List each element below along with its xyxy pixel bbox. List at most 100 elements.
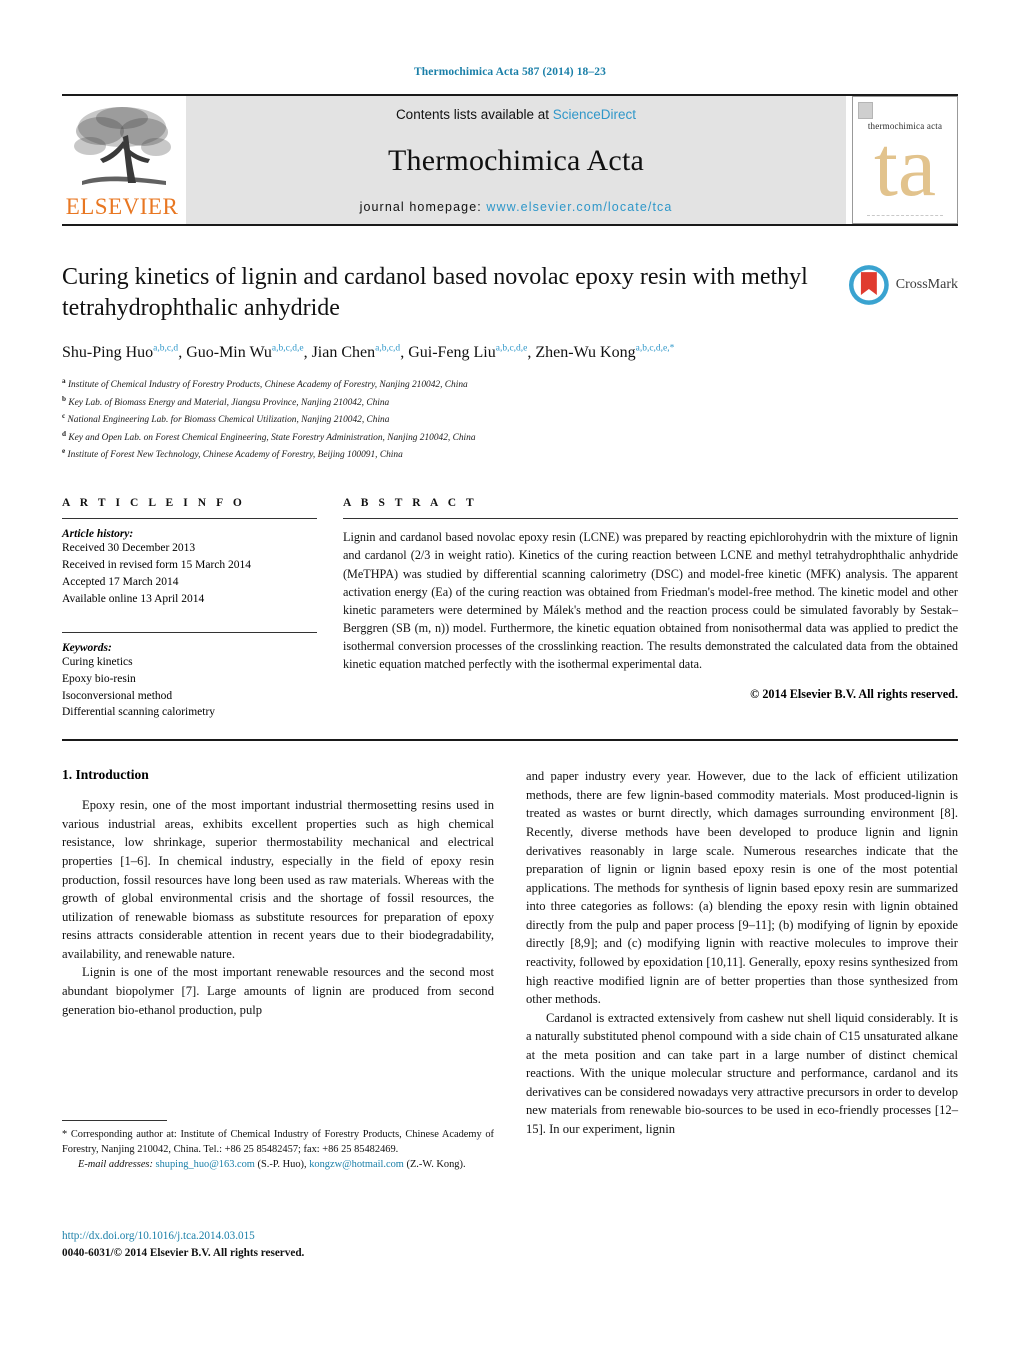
email-link-2[interactable]: kongzw@hotmail.com [309,1159,404,1170]
author-name: Gui-Feng Liu [408,344,496,362]
contents-prefix: Contents lists available at [395,107,553,122]
author-entry: Zhen-Wu Konga,b,c,d,e,* [535,344,674,361]
author-entry: Shu-Ping Huoa,b,c,d, [62,344,186,361]
email-owner-2: (Z.-W. Kong). [406,1159,466,1171]
history-item: Received in revised form 15 March 2014 [62,559,252,572]
keywords-rule [62,631,317,633]
corresponding-author-note: * Corresponding author at: Institute of … [62,1129,494,1156]
author-sep: , [400,344,409,362]
contents-list-line: Contents lists available at ScienceDirec… [396,107,636,122]
doi-block: http://dx.doi.org/10.1016/j.tca.2014.03.… [62,1228,502,1262]
email-link-1[interactable]: shuping_huo@163.com [156,1159,255,1170]
abstract-heading: A B S T R A C T [343,497,478,510]
elsevier-wordmark: ELSEVIER [65,194,179,219]
paragraph: Lignin is one of the most important rene… [62,965,494,1017]
affiliation-text: National Engineering Lab. for Biomass Ch… [67,415,390,426]
sciencedirect-link[interactable]: ScienceDirect [553,107,636,122]
journal-title: Thermochimica Acta [388,144,644,177]
author-affil-marks: a,b,c,d [153,344,179,355]
email-note: E-mail addresses: shuping_huo@163.com (S… [62,1157,494,1172]
keyword-item: Isoconversional method [62,689,173,702]
doi-link[interactable]: http://dx.doi.org/10.1016/j.tca.2014.03.… [62,1228,502,1245]
copyright-line: © 2014 Elsevier B.V. All rights reserved… [750,686,958,701]
cover-monogram: ta [873,118,937,214]
masthead-bottom-rule [62,224,958,226]
history-item: Accepted 17 March 2014 [62,576,179,589]
masthead-center: Contents lists available at ScienceDirec… [186,96,846,224]
author-sep: , [303,344,312,362]
footnote-rule [62,1120,167,1121]
article-history-label: Article history: [62,528,134,541]
body-column-left: 1. Introduction Epoxy resin, one of the … [62,767,494,1138]
author-list: Shu-Ping Huoa,b,c,d, Guo-Min Wua,b,c,d,e… [62,341,852,365]
crossmark-icon [848,265,889,305]
article-info-rule [62,518,317,520]
running-head: Thermochimica Acta 587 (2014) 18–23 [414,66,606,78]
author-name: Zhen-Wu Kong [535,344,636,362]
article-info-heading: A R T I C L E I N F O [62,497,246,510]
affiliation-item: e Institute of Forest New Technology, Ch… [62,446,958,463]
email-owner-1: (S.-P. Huo), [257,1159,307,1171]
affiliation-mark: a [62,377,66,386]
cover-bottom-rule [867,215,943,216]
cover-corner-tag-icon [858,102,873,119]
affiliation-item: c National Engineering Lab. for Biomass … [62,411,958,428]
author-entry: Jian Chena,b,c,d, [312,344,409,361]
affiliation-text: Institute of Chemical Industry of Forest… [67,380,468,391]
paragraph: and paper industry every year. However, … [526,769,958,1007]
elsevier-logo: ELSEVIER [62,96,182,224]
homepage-prefix: journal homepage: [359,200,487,214]
issn-copyright-line: 0040-6031/© 2014 Elsevier B.V. All right… [62,1246,305,1259]
footnote-block: * Corresponding author at: Institute of … [62,1120,494,1172]
keyword-item: Differential scanning calorimetry [62,706,216,719]
affiliation-item: a Institute of Chemical Industry of Fore… [62,376,958,393]
page-title: Curing kinetics of lignin and cardanol b… [62,264,808,321]
author-name: Shu-Ping Huo [62,344,154,362]
email-label: E-mail addresses: [78,1159,153,1171]
crossmark-label: CrossMark [895,277,958,292]
affiliation-text: Institute of Forest New Technology, Chin… [67,450,403,460]
affiliation-list: a Institute of Chemical Industry of Fore… [62,376,958,463]
affiliation-text: Key Lab. of Biomass Energy and Material,… [68,397,390,408]
journal-masthead: ELSEVIER Contents lists available at Sci… [62,94,958,224]
author-affil-marks: a,b,c,d,e [495,344,528,355]
affiliation-text: Key and Open Lab. on Forest Chemical Eng… [68,432,476,443]
affiliation-mark: d [62,429,66,438]
body-column-right: and paper industry every year. However, … [526,767,958,1138]
keyword-item: Epoxy bio-resin [62,672,136,685]
history-item: Available online 13 April 2014 [62,592,205,605]
body-columns: 1. Introduction Epoxy resin, one of the … [62,767,958,1138]
author-entry: Guo-Min Wua,b,c,d,e, [186,344,311,361]
section-divider-rule [62,739,958,742]
paper-page: Thermochimica Acta 587 (2014) 18–23 ELSE… [0,0,1020,1351]
journal-cover-thumbnail: thermochimica acta ta [852,96,958,224]
history-item: Received 30 December 2013 [62,542,196,555]
article-info-column: A R T I C L E I N F O Article history: R… [62,497,317,721]
elsevier-tree-icon [74,107,171,185]
affiliation-mark: c [62,412,66,421]
paragraph: Epoxy resin, one of the most important i… [62,798,494,961]
title-area: Curing kinetics of lignin and cardanol b… [62,262,958,463]
keywords-label: Keywords: [62,641,112,654]
author-entry: Gui-Feng Liua,b,c,d,e, [408,344,535,361]
author-sep: , [178,344,187,362]
author-affil-marks: a,b,c,d [375,344,401,355]
abstract-rule [343,518,958,520]
affiliation-item: b Key Lab. of Biomass Energy and Materia… [62,394,958,411]
abstract-text: Lignin and cardanol based novolac epoxy … [343,530,958,672]
journal-homepage-line: journal homepage: www.elsevier.com/locat… [360,200,673,214]
affiliation-item: d Key and Open Lab. on Forest Chemical E… [62,429,958,446]
info-abstract-block: A R T I C L E I N F O Article history: R… [62,497,958,721]
author-name: Guo-Min Wu [186,344,272,362]
section-heading-introduction: 1. Introduction [62,767,149,783]
abstract-column: A B S T R A C T Lignin and cardanol base… [343,497,958,721]
keyword-item: Curing kinetics [62,655,133,668]
homepage-url-link[interactable]: www.elsevier.com/locate/tca [486,200,672,214]
crossmark-badge[interactable]: CrossMark [848,264,958,306]
author-name: Jian Chen [311,344,376,362]
author-affil-marks: a,b,c,d,e,* [635,344,675,355]
paragraph: Cardanol is extracted extensively from c… [526,1010,958,1137]
affiliation-mark: b [62,394,66,403]
author-affil-marks: a,b,c,d,e [271,344,304,355]
